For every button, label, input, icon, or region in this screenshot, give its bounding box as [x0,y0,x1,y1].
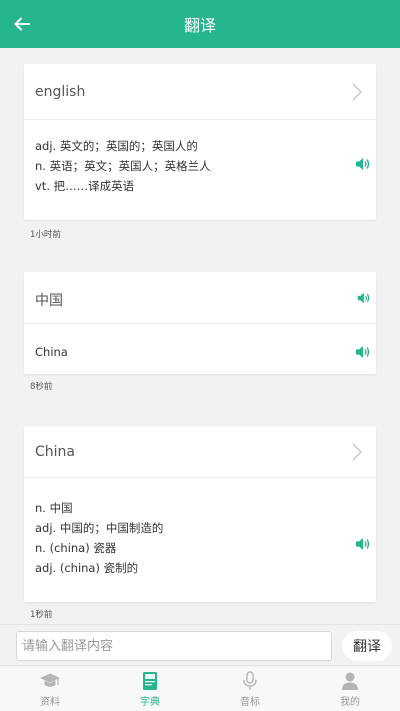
speaker-icon[interactable] [356,291,370,305]
source-word: english [35,84,86,100]
history-card-body: China [24,324,376,374]
history-card-body: adj. 英文的；英国的；英国人的 n. 英语；英文；英国人；英格兰人 vt. … [24,120,376,220]
source-word: China [35,444,75,460]
definitions: adj. 英文的；英国的；英国人的 n. 英语；英文；英国人；英格兰人 vt. … [35,136,211,196]
chevron-right-icon[interactable] [350,442,364,462]
tab-label: 音标 [240,697,260,708]
tab-materials[interactable]: 资料 [0,667,100,711]
history-card[interactable]: english adj. 英文的；英国的；英国人的 n. 英语；英文；英国人；英… [24,64,376,220]
definition-line: China [35,345,68,359]
speaker-icon[interactable] [354,344,370,360]
history-card-header: 中国 [24,272,376,324]
tab-dictionary[interactable]: 字典 [100,667,200,711]
translate-button[interactable]: 翻译 [342,631,392,661]
definitions: n. 中国 adj. 中国的；中国制造的 n. (china) 瓷器 adj. … [35,498,163,578]
tab-profile[interactable]: 我的 [300,667,400,711]
book-icon [143,672,157,690]
definition-line: adj. (china) 瓷制的 [35,561,139,575]
graduation-cap-icon [40,673,60,687]
history-card[interactable]: 中国 China [24,272,376,374]
timestamp: 8秒前 [30,382,53,392]
timestamp: 1小时前 [30,230,61,240]
history-card-header: english [24,64,376,120]
translate-input-bar: 翻译 [0,624,400,666]
timestamp: 1秒前 [30,610,53,620]
tab-label: 字典 [140,697,160,708]
tab-label: 我的 [340,697,360,708]
arrow-left-icon [14,17,30,31]
translate-input[interactable] [16,631,332,661]
user-icon [342,672,358,690]
translation-history-list[interactable]: english adj. 英文的；英国的；英国人的 n. 英语；英文；英国人；英… [0,48,400,624]
page-title: 翻译 [183,16,216,35]
speaker-icon[interactable] [354,536,370,552]
definitions: China [35,342,68,362]
definition-line: vt. 把……译成英语 [35,179,135,193]
chevron-right-icon[interactable] [350,82,364,102]
source-word: 中国 [35,293,63,309]
top-bar: 翻译 [0,0,400,48]
history-card[interactable]: China n. 中国 adj. 中国的；中国制造的 n. (china) 瓷器… [24,426,376,602]
definition-line: adj. 中国的；中国制造的 [35,521,164,535]
definition-line: n. 中国 [35,501,73,515]
microphone-icon [243,671,257,690]
history-card-header: China [24,426,376,478]
definition-line: n. (china) 瓷器 [35,541,117,555]
definition-line: n. 英语；英文；英国人；英格兰人 [35,159,211,173]
tab-label: 资料 [40,697,60,708]
history-card-body: n. 中国 adj. 中国的；中国制造的 n. (china) 瓷器 adj. … [24,478,376,602]
definition-line: adj. 英文的；英国的；英国人的 [35,139,198,153]
back-button[interactable] [10,12,34,36]
tab-phonetics[interactable]: 音标 [200,667,300,711]
bottom-tab-bar: 资料 字典 音标 我的 [0,667,400,711]
speaker-icon[interactable] [354,156,370,172]
